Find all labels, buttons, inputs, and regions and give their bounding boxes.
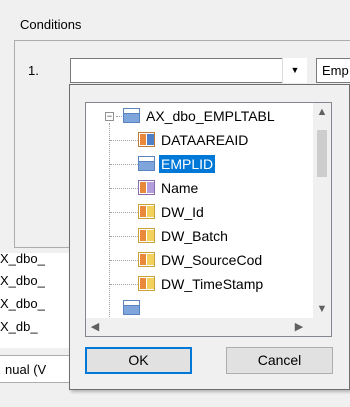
field-icon bbox=[138, 228, 155, 243]
tree-node-label: DW_Id bbox=[161, 204, 204, 220]
tree-line bbox=[110, 260, 138, 261]
field-icon bbox=[138, 252, 155, 267]
scrollbar-thumb[interactable] bbox=[317, 130, 327, 177]
tree-node[interactable]: DATAAREAID bbox=[86, 129, 314, 151]
manual-field[interactable]: nual (V bbox=[0, 355, 80, 383]
tree-node-root[interactable]: − AX_dbo_EMPLTABL bbox=[86, 105, 314, 127]
field-icon bbox=[138, 204, 155, 219]
tree-node-label: DATAAREAID bbox=[161, 132, 249, 148]
scrollbar-corner bbox=[314, 318, 331, 336]
condition-row-number: 1. bbox=[28, 63, 39, 78]
scroll-right-icon[interactable]: ▶ bbox=[290, 318, 308, 336]
ok-button[interactable]: OK bbox=[85, 347, 192, 374]
tree-node-label: Name bbox=[161, 180, 199, 196]
tree-node[interactable]: Name bbox=[86, 177, 314, 199]
tree-line bbox=[110, 140, 138, 141]
cancel-button-label: Cancel bbox=[257, 352, 302, 368]
field-icon bbox=[138, 180, 155, 195]
operator-combobox[interactable]: Emp bbox=[316, 58, 350, 83]
tree-node[interactable]: DW_Batch bbox=[86, 225, 314, 247]
tree-node-label: AX_dbo_EMPLTABL bbox=[146, 108, 275, 124]
tree-node[interactable]: DW_TimeStamp bbox=[86, 273, 314, 295]
dropdown-arrow-icon[interactable]: ▼ bbox=[282, 58, 307, 83]
scroll-left-icon[interactable]: ◀ bbox=[86, 318, 104, 336]
list-item[interactable]: X_db_ bbox=[0, 319, 38, 334]
table-icon bbox=[138, 156, 155, 171]
tree-line bbox=[110, 284, 138, 285]
tree-line bbox=[110, 212, 138, 213]
tree-node[interactable]: DW_SourceCod bbox=[86, 249, 314, 271]
list-item[interactable]: X_dbo_ bbox=[0, 273, 45, 288]
tree-line bbox=[110, 236, 138, 237]
cancel-button[interactable]: Cancel bbox=[226, 347, 333, 374]
table-icon bbox=[123, 108, 140, 123]
scroll-down-icon[interactable]: ▼ bbox=[313, 300, 331, 318]
key-field-icon bbox=[138, 132, 155, 147]
field-tree[interactable]: − AX_dbo_EMPLTABL DATAAREAID EMPLID Name… bbox=[85, 102, 332, 337]
field-combobox[interactable] bbox=[70, 58, 307, 83]
conditions-title: Conditions bbox=[20, 17, 82, 32]
tree-node-label: EMPLID bbox=[159, 155, 216, 173]
table-icon bbox=[123, 300, 140, 315]
list-item[interactable]: X_dbo_ bbox=[0, 253, 45, 266]
horizontal-scrollbar[interactable]: ◀ ▶ bbox=[86, 318, 314, 336]
list-item[interactable]: X_dbo_ bbox=[0, 296, 45, 311]
tree-line bbox=[110, 188, 138, 189]
tree-node-label: DW_TimeStamp bbox=[161, 276, 264, 292]
tree-node-label: DW_Batch bbox=[161, 228, 228, 244]
tree-line bbox=[116, 116, 122, 117]
field-icon bbox=[138, 276, 155, 291]
tree-node-label: DW_SourceCod bbox=[161, 252, 263, 268]
collapse-icon[interactable]: − bbox=[105, 112, 114, 121]
scroll-up-icon[interactable]: ▲ bbox=[313, 103, 331, 121]
ok-button-label: OK bbox=[128, 352, 149, 368]
tree-line bbox=[110, 164, 138, 165]
tree-node[interactable]: DW_Id bbox=[86, 201, 314, 223]
tree-node-partial[interactable] bbox=[86, 297, 314, 319]
field-picker-popup: − AX_dbo_EMPLTABL DATAAREAID EMPLID Name… bbox=[69, 84, 350, 390]
tree-node-selected[interactable]: EMPLID bbox=[86, 153, 314, 175]
background-list: X_dbo_ X_dbo_ X_dbo_ X_db_ bbox=[0, 253, 76, 348]
